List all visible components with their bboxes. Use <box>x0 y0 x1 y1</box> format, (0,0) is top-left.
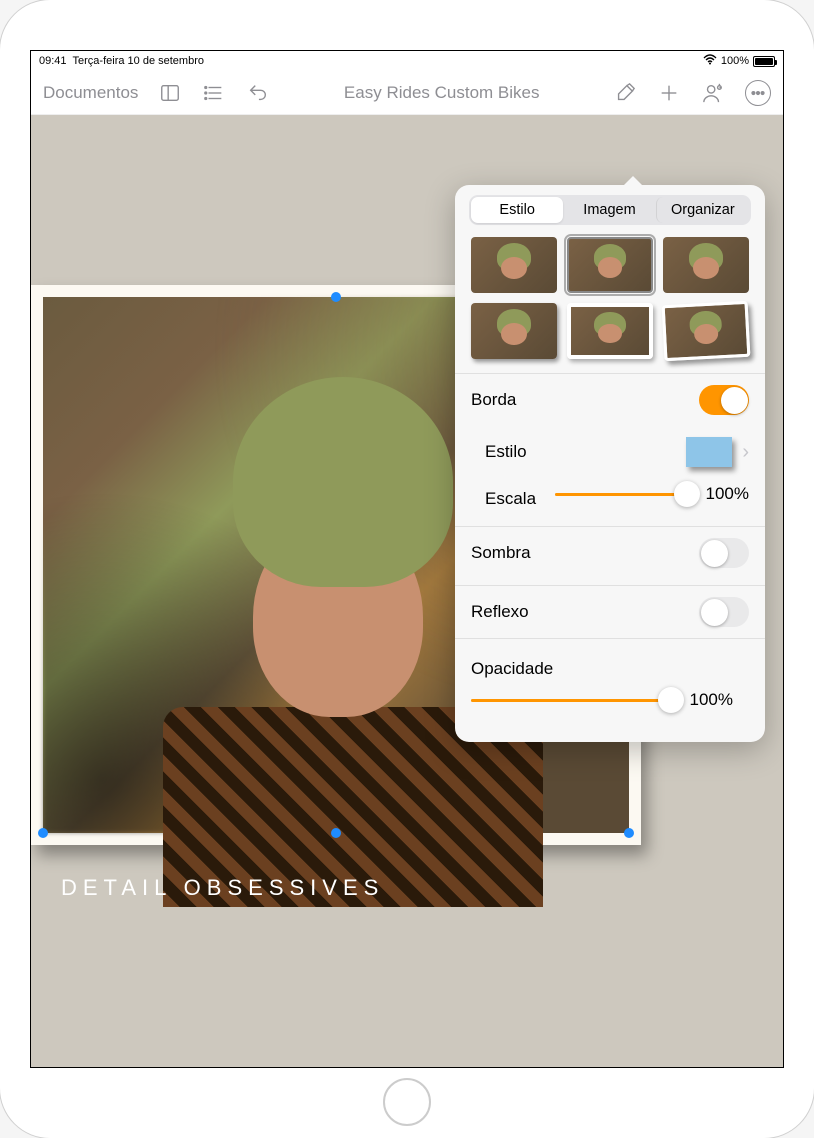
format-panel: Estilo Imagem Organizar Borda <box>455 185 765 742</box>
reflection-toggle[interactable] <box>699 597 749 627</box>
image-caption[interactable]: DETAIL OBSESSIVES <box>61 875 384 901</box>
border-style-preview <box>686 437 732 467</box>
preset-2[interactable] <box>567 237 653 293</box>
panels-icon[interactable] <box>158 81 182 105</box>
insert-plus-icon[interactable] <box>657 81 681 105</box>
style-presets <box>455 237 765 367</box>
chevron-right-icon: › <box>742 441 749 464</box>
document-canvas[interactable]: DETAIL OBSESSIVES Estilo Imagem Organiza… <box>31 115 783 1067</box>
more-icon[interactable] <box>745 80 771 106</box>
preset-6[interactable] <box>662 301 751 361</box>
opacity-slider[interactable] <box>471 685 671 715</box>
border-row: Borda <box>455 373 765 426</box>
format-tabs: Estilo Imagem Organizar <box>469 195 751 225</box>
app-toolbar: Documentos Easy Rides Custom Bikes <box>31 71 783 115</box>
opacity-label-row: Opacidade <box>471 649 749 679</box>
reflection-row: Reflexo <box>455 585 765 638</box>
tab-style[interactable]: Estilo <box>471 197 563 223</box>
border-label: Borda <box>471 390 699 410</box>
status-date: Terça-feira 10 de setembro <box>73 55 204 67</box>
status-bar: 09:41 Terça-feira 10 de setembro 100% <box>31 51 783 71</box>
opacity-slider-row: 100% <box>471 679 749 726</box>
reflection-label: Reflexo <box>471 602 699 622</box>
shadow-row: Sombra <box>455 526 765 579</box>
resize-handle[interactable] <box>38 828 48 838</box>
preset-1[interactable] <box>471 237 557 293</box>
preset-5[interactable] <box>567 303 653 359</box>
resize-handle[interactable] <box>331 292 341 302</box>
border-style-row[interactable]: Estilo › <box>455 426 765 478</box>
opacity-value: 100% <box>681 690 733 710</box>
battery-icon <box>753 56 775 67</box>
shadow-label: Sombra <box>471 543 699 563</box>
tab-arrange[interactable]: Organizar <box>656 197 749 223</box>
shadow-toggle[interactable] <box>699 538 749 568</box>
tab-image[interactable]: Imagem <box>563 197 655 223</box>
battery-percent: 100% <box>721 55 749 67</box>
ipad-frame: 09:41 Terça-feira 10 de setembro 100% Do… <box>0 0 814 1138</box>
preset-3[interactable] <box>663 237 749 293</box>
scale-slider[interactable] <box>555 479 687 509</box>
scale-slider-row: 100% <box>525 479 765 520</box>
scale-value: 100% <box>697 484 749 504</box>
border-toggle[interactable] <box>699 385 749 415</box>
screen: 09:41 Terça-feira 10 de setembro 100% Do… <box>30 50 784 1068</box>
documents-back-button[interactable]: Documentos <box>43 83 138 103</box>
status-time: 09:41 <box>39 55 67 67</box>
home-button[interactable] <box>383 1078 431 1126</box>
border-style-label: Estilo <box>485 442 686 462</box>
undo-icon[interactable] <box>246 81 270 105</box>
resize-handle[interactable] <box>331 828 341 838</box>
format-brush-icon[interactable] <box>613 81 637 105</box>
outline-icon[interactable] <box>202 81 226 105</box>
collaborate-icon[interactable] <box>701 81 725 105</box>
preset-4[interactable] <box>471 303 557 359</box>
document-title[interactable]: Easy Rides Custom Bikes <box>290 83 593 103</box>
opacity-label: Opacidade <box>471 659 749 679</box>
wifi-icon <box>703 54 717 68</box>
resize-handle[interactable] <box>624 828 634 838</box>
